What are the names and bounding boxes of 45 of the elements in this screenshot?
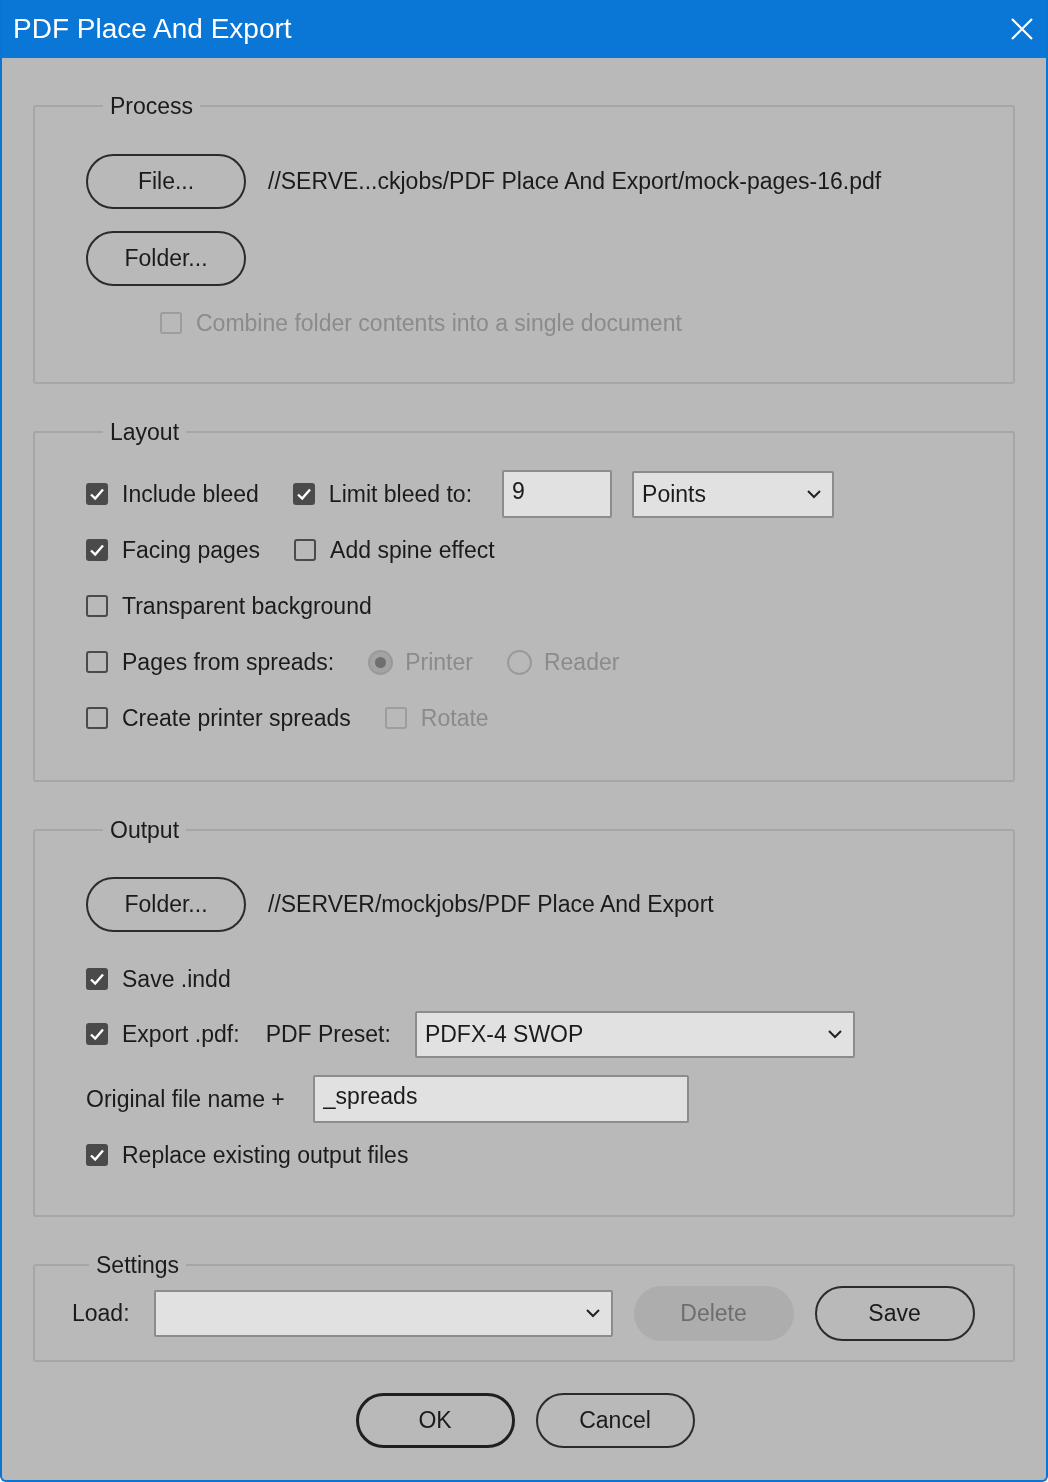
checkbox-label: Add spine effect [330,535,495,565]
checkbox[interactable] [292,483,315,505]
button[interactable]: Cancel [535,1393,695,1448]
checkbox[interactable] [86,968,108,990]
chevron-down-icon [806,489,823,499]
close-icon[interactable] [1010,17,1034,41]
checkbox-label: Facing pages [122,535,261,565]
checkbox[interactable] [86,539,108,561]
group-label: Settings [95,1251,181,1279]
dropdown[interactable]: Points [632,470,835,518]
input-field[interactable]: _spreads [312,1075,689,1123]
checkbox-label: Save .indd [122,964,231,994]
button[interactable]: Save [814,1285,975,1341]
preset-label: PDF Preset: [265,1019,391,1049]
checkbox-label: Pages from spreads: [122,647,335,677]
chevron-down-icon [584,1308,601,1318]
checkbox[interactable] [86,1023,108,1045]
checkbox-label: Include bleed [122,479,259,509]
checkbox[interactable] [86,1144,108,1166]
dropdown[interactable]: PDFX-4 SWOP [414,1010,855,1058]
file-path: //SERVE...ckjobs/PDF Place And Export/mock-pages-16.pdf [268,167,882,197]
checkbox[interactable] [86,707,108,729]
button[interactable]: OK [355,1393,515,1448]
checkbox[interactable] [294,539,317,561]
filename-label: Original file name + [86,1084,285,1114]
window-title: PDF Place And Export [13,12,292,46]
checkbox[interactable] [86,651,108,673]
button[interactable]: File... [86,154,246,209]
folder-path: //SERVER/mockjobs/PDF Place And Export [268,890,714,920]
checkbox[interactable] [86,595,108,617]
checkbox-label: Export .pdf: [122,1019,240,1049]
checkbox-label: Replace existing output files [122,1140,409,1170]
checkbox[interactable] [86,483,108,505]
checkbox-label: Transparent background [122,591,372,621]
input-field[interactable]: 9 [502,470,613,518]
group-label: Layout [109,418,181,446]
button[interactable]: Folder... [86,877,246,932]
button[interactable]: Folder... [86,231,246,286]
group-label: Process [109,92,195,120]
load-label: Load: [72,1298,130,1328]
group-label: Output [109,816,181,844]
chevron-down-icon [826,1029,843,1039]
checkbox-label: Create printer spreads [122,703,351,733]
checkbox-label: Limit bleed to: [328,479,473,509]
dropdown[interactable] [153,1289,613,1337]
